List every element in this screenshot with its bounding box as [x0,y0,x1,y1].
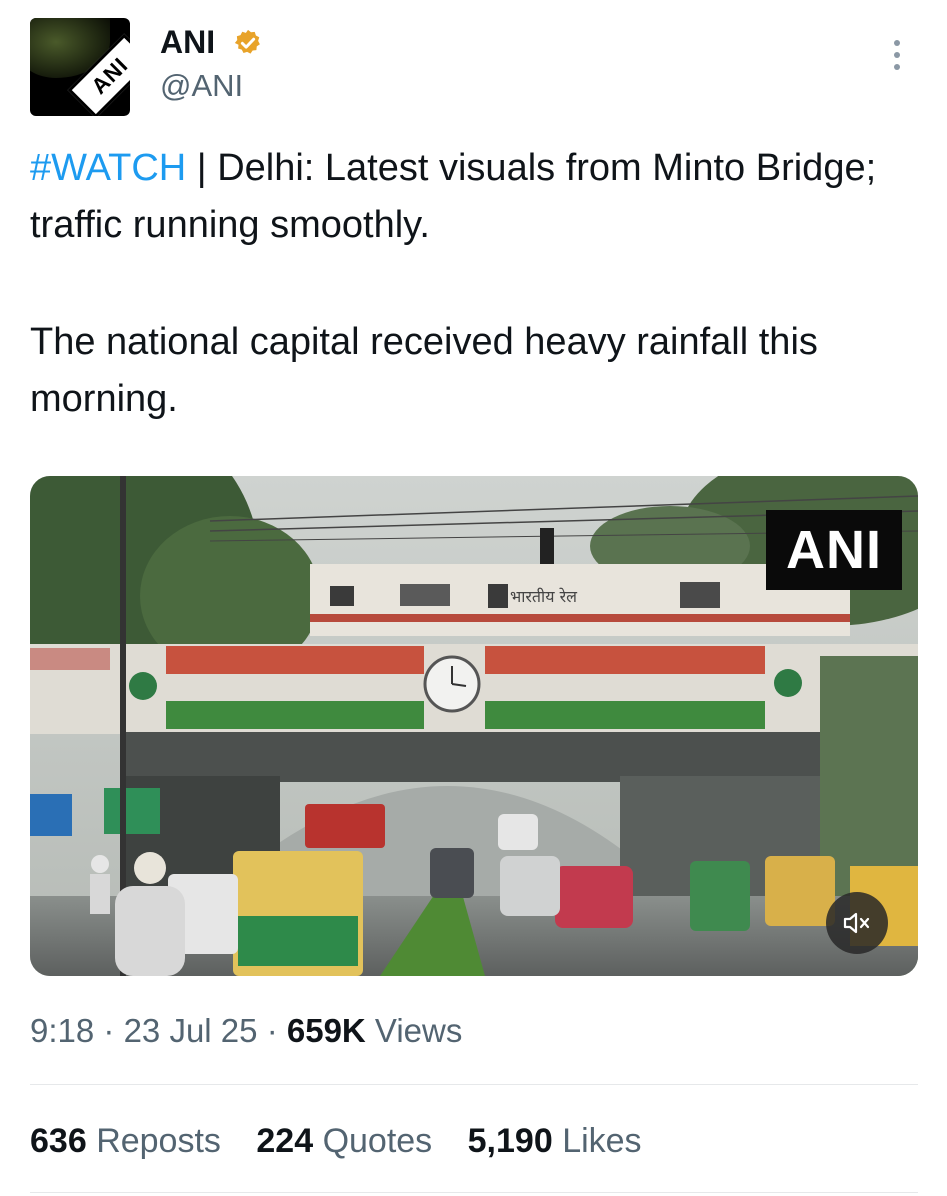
tweet-paragraph-1: #WATCH | Delhi: Latest visuals from Mint… [30,140,930,254]
likes-label: Likes [562,1122,642,1160]
quotes-label: Quotes [322,1122,433,1160]
tweet-date[interactable]: 23 Jul 25 [124,1012,258,1049]
reposts-label: Reposts [96,1122,221,1160]
likes-stat[interactable]: 5,190 Likes [468,1122,642,1161]
more-options-icon[interactable] [890,40,904,76]
likes-count: 5,190 [467,1122,553,1160]
tweet-text: #WATCH | Delhi: Latest visuals from Mint… [30,140,930,428]
reposts-count: 636 [30,1122,87,1160]
divider [30,1084,918,1085]
author-handle[interactable]: @ANI [160,68,243,104]
ani-watermark: ANI [766,510,902,590]
engagement-stats: 636 Reposts 224 Quotes 5,190 Likes [30,1122,668,1161]
views-count: 659K [286,1012,366,1049]
mute-button[interactable] [826,892,888,954]
quotes-count: 224 [256,1122,314,1160]
quotes-stat[interactable]: 224 Quotes [256,1122,432,1161]
speaker-muted-icon [843,912,870,934]
tweet-time[interactable]: 9:18 [30,1012,94,1049]
train-label: भारतीय रेल [510,587,578,606]
avatar[interactable]: ANI [30,18,130,116]
verified-badge-icon [234,29,260,54]
divider [30,1192,918,1193]
hashtag-link[interactable]: #WATCH [30,147,186,189]
meta-separator: · [103,1012,115,1049]
reposts-stat[interactable]: 636 Reposts [30,1122,221,1161]
views-label: Views [374,1012,463,1049]
video-player[interactable]: भारतीय रेल ANI [30,476,918,976]
author-name[interactable]: ANI [160,24,215,61]
meta-separator: · [266,1012,278,1049]
tweet-meta: 9:18 · 23 Jul 25 · 659K Views [30,1012,462,1050]
tweet-paragraph-2: The national capital received heavy rain… [30,321,818,420]
